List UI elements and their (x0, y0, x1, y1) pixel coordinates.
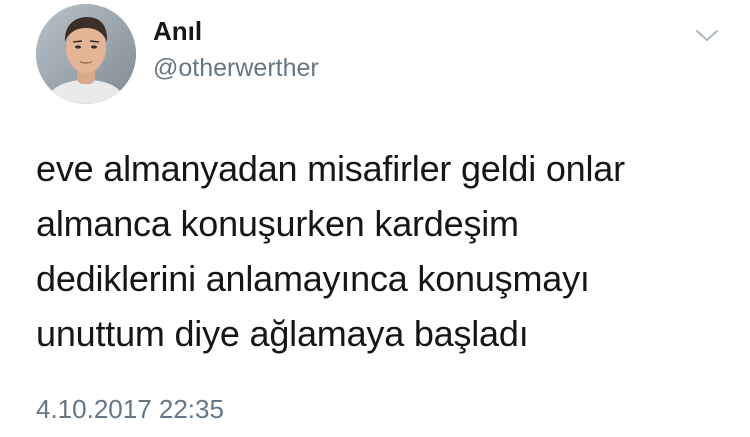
tweet-text-line: dediklerini anlamayınca konuşmayı (36, 258, 590, 299)
tweet-timestamp[interactable]: 4.10.2017 22:35 (36, 393, 224, 425)
tweet-text: eve almanyadan misafirler geldi onlar al… (36, 141, 726, 361)
tweet-text-line: eve almanyadan misafirler geldi onlar (36, 148, 625, 189)
author-block: Anıl @otherwerther (153, 16, 319, 83)
tweet-text-line: almanca konuşurken kardeşim (36, 203, 519, 244)
profile-photo (36, 4, 136, 104)
avatar[interactable] (36, 4, 136, 104)
tweet-text-line: unuttum diye ağlamaya başladı (36, 313, 529, 354)
author-display-name[interactable]: Anıl (153, 16, 319, 46)
chevron-down-icon[interactable] (694, 28, 720, 44)
tweet-card: Anıl @otherwerther eve almanyadan misafi… (0, 0, 750, 437)
author-handle[interactable]: @otherwerther (153, 53, 319, 83)
